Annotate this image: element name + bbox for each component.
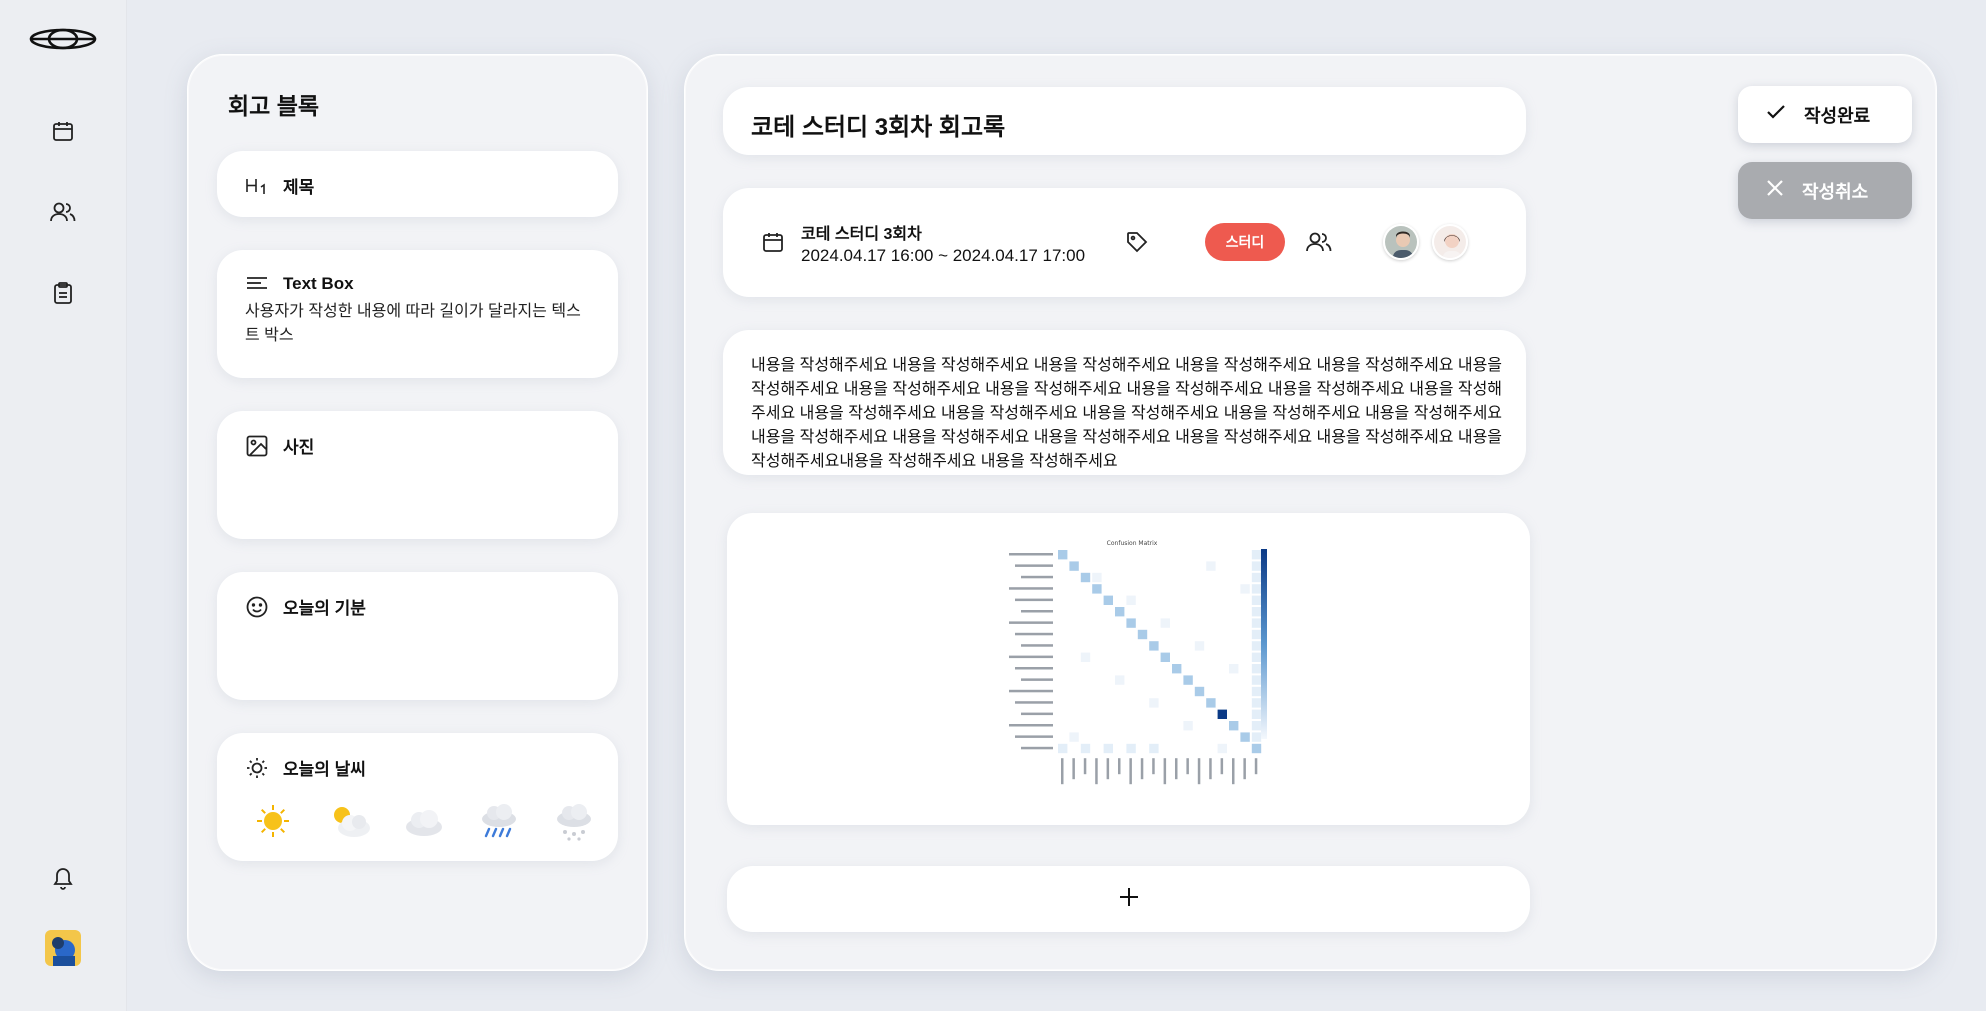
calendar-icon[interactable] bbox=[50, 118, 76, 144]
complete-button[interactable]: 작성완료 bbox=[1738, 86, 1912, 143]
document-title[interactable]: 코테 스터디 3회차 회고록 bbox=[751, 107, 1005, 142]
block-text-box[interactable]: Text Box 사용자가 작성한 내용에 따라 길이가 달라지는 텍스트 박스 bbox=[217, 250, 618, 378]
eye-logo-icon[interactable] bbox=[29, 28, 97, 50]
rain-icon[interactable] bbox=[478, 801, 518, 841]
title-block[interactable]: 코테 스터디 3회차 회고록 bbox=[723, 87, 1526, 155]
close-icon bbox=[1766, 179, 1784, 202]
profile-avatar[interactable] bbox=[45, 930, 81, 966]
snow-icon[interactable] bbox=[553, 801, 593, 841]
users-icon bbox=[1305, 230, 1333, 259]
bell-icon[interactable] bbox=[50, 864, 76, 892]
text-box-block[interactable]: 내용을 작성해주세요 내용을 작성해주세요 내용을 작성해주세요 내용을 작성해… bbox=[723, 330, 1526, 475]
photo-block[interactable]: Confusion Matrix bbox=[727, 513, 1530, 825]
event-time: 2024.04.17 16:00 ~ 2024.04.17 17:00 bbox=[801, 246, 1086, 265]
image-caption: Confusion Matrix bbox=[1107, 540, 1158, 547]
check-icon bbox=[1766, 104, 1786, 125]
image-icon bbox=[245, 434, 269, 458]
block-heading[interactable]: 제목 bbox=[217, 151, 618, 217]
block-weather[interactable]: 오늘의 날씨 bbox=[217, 733, 618, 861]
cancel-button[interactable]: 작성취소 bbox=[1738, 162, 1912, 219]
clipboard-icon[interactable] bbox=[50, 280, 76, 306]
confusion-matrix-image: Confusion Matrix bbox=[997, 537, 1268, 817]
add-block-button[interactable] bbox=[727, 866, 1530, 932]
block-mood[interactable]: 오늘의 기분 bbox=[217, 572, 618, 700]
block-heading-label: 제목 bbox=[283, 178, 315, 197]
block-weather-label: 오늘의 날씨 bbox=[283, 760, 366, 779]
plus-icon bbox=[1118, 886, 1140, 913]
block-text-box-description: 사용자가 작성한 내용에 따라 길이가 달라지는 텍스트 박스 bbox=[245, 303, 581, 344]
sun-outline-icon bbox=[245, 756, 269, 780]
sunny-icon[interactable] bbox=[253, 801, 293, 841]
blocks-panel: 회고 블록 제목 Text Box 사용자가 작성한 내용에 따라 길이가 달라… bbox=[187, 54, 648, 971]
block-photo-label: 사진 bbox=[283, 438, 315, 457]
heading-icon bbox=[245, 174, 269, 198]
content-text[interactable]: 내용을 작성해주세요 내용을 작성해주세요 내용을 작성해주세요 내용을 작성해… bbox=[751, 354, 1511, 474]
tag-icon bbox=[1125, 230, 1149, 259]
participant-avatar[interactable] bbox=[1432, 224, 1468, 260]
complete-button-label: 작성완료 bbox=[1804, 105, 1871, 126]
event-info-block[interactable]: 코테 스터디 3회차 2024.04.17 16:00 ~ 2024.04.17… bbox=[723, 188, 1526, 297]
side-nav bbox=[0, 0, 127, 1011]
participant-avatar[interactable] bbox=[1383, 224, 1419, 260]
partly-cloudy-icon[interactable] bbox=[328, 801, 370, 841]
text-lines-icon bbox=[245, 272, 269, 296]
cloudy-icon[interactable] bbox=[403, 801, 443, 841]
smile-icon bbox=[245, 595, 269, 619]
blocks-panel-title: 회고 블록 bbox=[228, 93, 320, 119]
users-icon[interactable] bbox=[49, 199, 77, 225]
block-text-box-label: Text Box bbox=[283, 274, 354, 293]
calendar-icon bbox=[761, 230, 785, 259]
category-badge[interactable]: 스터디 bbox=[1205, 223, 1285, 261]
cancel-button-label: 작성취소 bbox=[1802, 181, 1869, 202]
event-name: 코테 스터디 3회차 bbox=[801, 226, 922, 243]
weather-options bbox=[253, 801, 593, 841]
block-mood-label: 오늘의 기분 bbox=[283, 599, 366, 618]
block-photo[interactable]: 사진 bbox=[217, 411, 618, 539]
